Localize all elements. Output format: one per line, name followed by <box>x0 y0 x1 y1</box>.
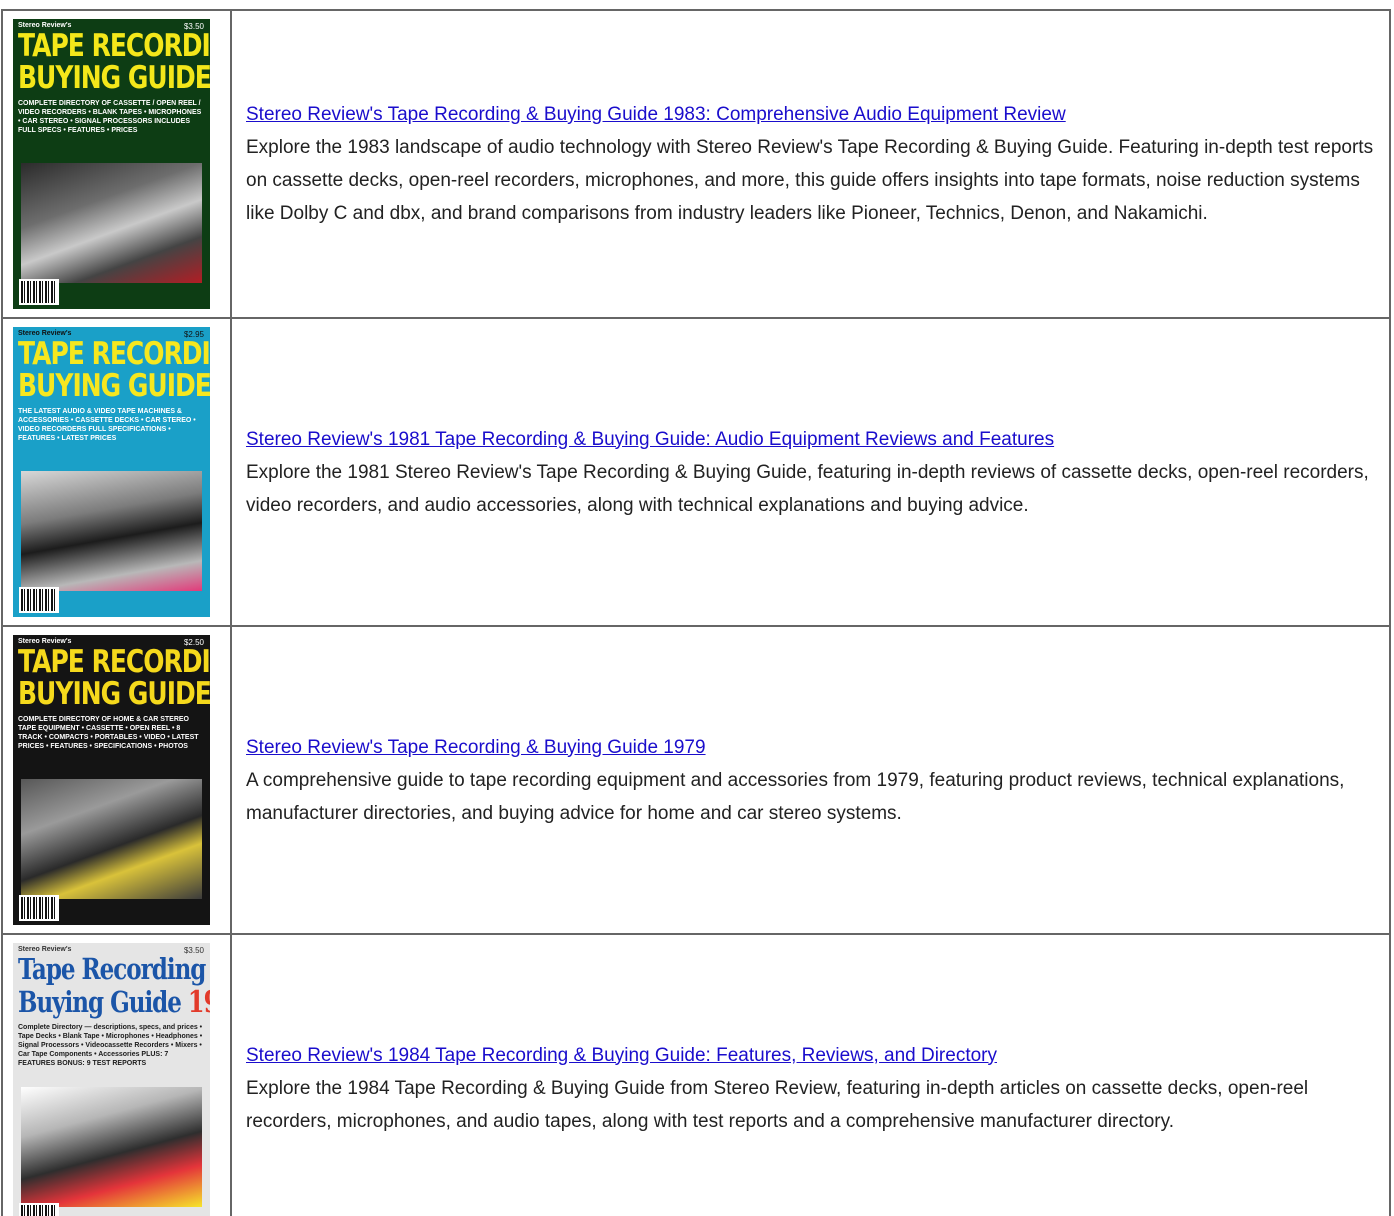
cover-title-line2: BUYING GUIDE 1981 <box>18 370 210 401</box>
result-row: Stereo Review's $3.50 TAPE RECORDING & B… <box>1 9 1391 319</box>
cover-title-line2: BUYING GUIDE 1983 <box>18 62 210 93</box>
cover-photo <box>21 1087 202 1207</box>
cover-photo <box>21 163 202 283</box>
cover-photo <box>21 471 202 591</box>
cover-year: 1984 <box>187 983 210 1020</box>
cover-title-line1: TAPE RECORDING & <box>18 27 210 64</box>
cover-contents: COMPLETE DIRECTORY OF HOME & CAR STEREO … <box>18 716 199 750</box>
cover-cell: Stereo Review's $2.95 TAPE RECORDING & B… <box>1 317 232 627</box>
result-row: Stereo Review's $2.50 TAPE RECORDING & B… <box>1 625 1391 935</box>
item-description: A comprehensive guide to tape recording … <box>246 769 1345 824</box>
item-title-link[interactable]: Stereo Review's Tape Recording & Buying … <box>246 731 1377 764</box>
cover-title-line1: TAPE RECORDING & <box>18 335 210 372</box>
cover-cell: Stereo Review's $2.50 TAPE RECORDING & B… <box>1 625 232 935</box>
cover-contents: THE LATEST AUDIO & VIDEO TAPE MACHINES &… <box>18 408 196 442</box>
cover-title-line1: Tape Recording & <box>18 952 210 987</box>
cover-image-1984[interactable]: Stereo Review's $3.50 Tape Recording & B… <box>13 943 210 1216</box>
text-cell: Stereo Review's Tape Recording & Buying … <box>230 9 1391 319</box>
cover-image-1979[interactable]: Stereo Review's $2.50 TAPE RECORDING & B… <box>13 635 210 925</box>
results-table: Stereo Review's $3.50 TAPE RECORDING & B… <box>1 9 1391 1216</box>
result-row: Stereo Review's $2.95 TAPE RECORDING & B… <box>1 317 1391 627</box>
cover-cell: Stereo Review's $3.50 TAPE RECORDING & B… <box>1 9 232 319</box>
cover-image-1981[interactable]: Stereo Review's $2.95 TAPE RECORDING & B… <box>13 327 210 617</box>
cover-title-line2: Buying Guide 1984 <box>18 985 210 1020</box>
cover-title-line1: TAPE RECORDING & <box>18 643 210 680</box>
text-cell: Stereo Review's 1984 Tape Recording & Bu… <box>230 933 1391 1216</box>
cover-photo <box>21 779 202 899</box>
barcode-icon <box>19 279 59 305</box>
barcode-icon <box>19 587 59 613</box>
item-description: Explore the 1983 landscape of audio tech… <box>246 137 1374 224</box>
barcode-icon <box>19 1203 59 1216</box>
cover-title-line2: BUYING GUIDE 1979 <box>18 678 210 709</box>
cover-title-text: BUYING GUIDE <box>18 675 210 712</box>
item-description: Explore the 1981 Stereo Review's Tape Re… <box>246 461 1369 516</box>
item-title-link[interactable]: Stereo Review's Tape Recording & Buying … <box>246 98 1377 131</box>
barcode-icon <box>19 895 59 921</box>
result-row: Stereo Review's $3.50 Tape Recording & B… <box>1 933 1391 1216</box>
item-description: Explore the 1984 Tape Recording & Buying… <box>246 1077 1309 1132</box>
cover-image-1983[interactable]: Stereo Review's $3.50 TAPE RECORDING & B… <box>13 19 210 309</box>
cover-contents: COMPLETE DIRECTORY OF CASSETTE / OPEN RE… <box>18 100 202 134</box>
cover-contents: Complete Directory — descriptions, specs… <box>18 1024 203 1067</box>
item-title-link[interactable]: Stereo Review's 1984 Tape Recording & Bu… <box>246 1039 1377 1072</box>
cover-title-text: BUYING GUIDE <box>18 59 210 96</box>
cover-cell: Stereo Review's $3.50 Tape Recording & B… <box>1 933 232 1216</box>
cover-title-text: Buying Guide <box>18 985 182 1020</box>
item-title-link[interactable]: Stereo Review's 1981 Tape Recording & Bu… <box>246 423 1377 456</box>
text-cell: Stereo Review's Tape Recording & Buying … <box>230 625 1391 935</box>
text-cell: Stereo Review's 1981 Tape Recording & Bu… <box>230 317 1391 627</box>
cover-title-text: BUYING GUIDE <box>18 367 210 404</box>
